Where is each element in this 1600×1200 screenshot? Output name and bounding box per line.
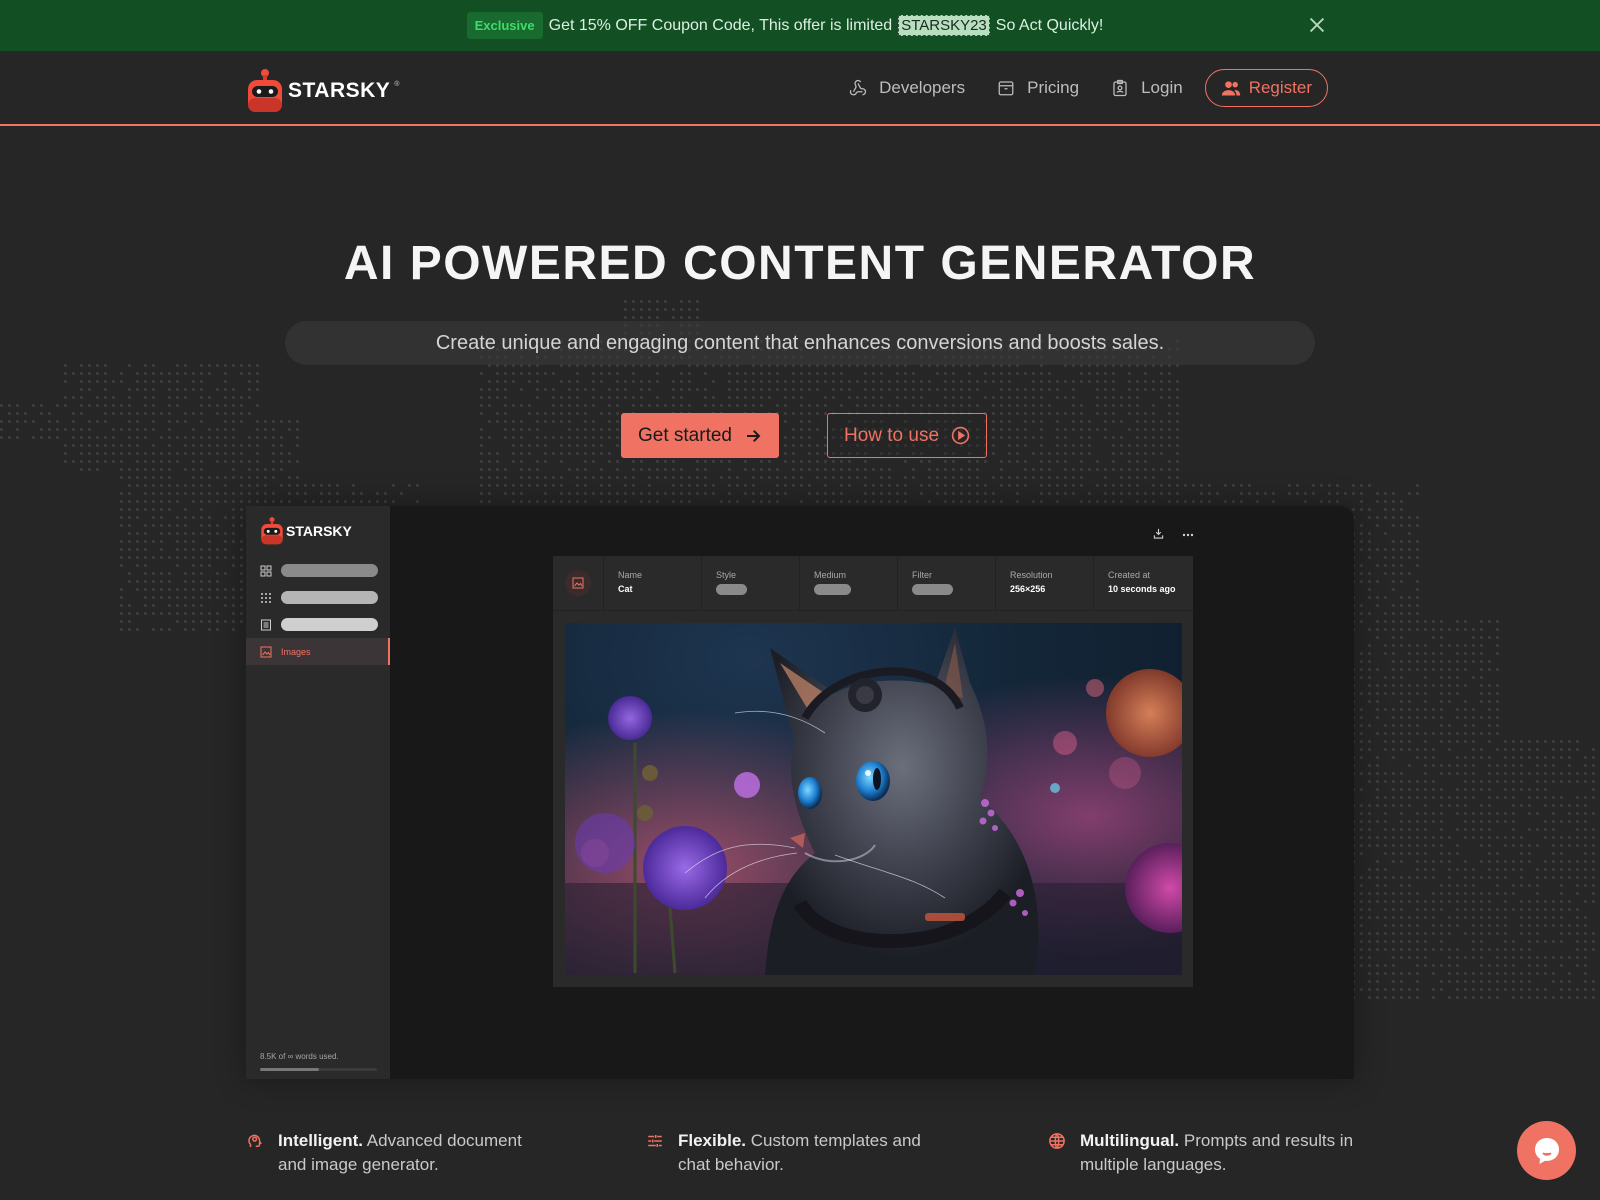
get-started-label: Get started [638,424,732,446]
meta-label: Medium [814,570,847,580]
main-nav: Developers Pricing Login Register [817,69,1328,107]
users-icon [1221,81,1240,96]
nav-label: Developers [879,78,966,97]
word-usage-bar [260,1068,377,1071]
meta-value: 10 seconds ago [1108,584,1176,594]
promo-text-end: So Act Quickly! [995,16,1104,34]
apps-icon [261,592,271,603]
register-button[interactable]: Register [1204,69,1328,107]
feature-intelligent: Intelligent. Advanced document and image… [246,1129,548,1177]
registered-mark: ® [394,80,400,88]
meta-label: Created at [1108,570,1151,580]
robot-logo-icon [248,69,282,112]
meta-created-at: Created at 10 seconds ago [1094,556,1192,610]
coupon-code[interactable]: STARSKY23 [898,15,990,36]
preview-logo: STARSKY [260,516,352,546]
brand-name: STARSKY [288,79,391,102]
page-subtitle: Create unique and engaging content that … [435,331,1165,354]
sliders-icon [648,1135,662,1147]
placeholder-pill [716,584,747,595]
preview-main: Name Cat Style Medium Filter Resolution [390,506,1354,1079]
feature-flexible: Flexible. Custom templates and chat beha… [646,1129,948,1177]
arrow-right-icon [747,429,761,442]
meta-name: Name Cat [604,556,702,610]
document-icon [261,619,271,630]
package-icon [998,81,1014,96]
preview-sidebar-item-dashboard[interactable] [246,557,390,584]
brain-icon [248,1134,262,1147]
feature-text: Flexible. Custom templates and chat beha… [678,1129,948,1177]
meta-style: Style [702,556,800,610]
webhook-icon [849,79,867,96]
feature-multilingual: Multilingual. Prompts and results in mul… [1048,1129,1360,1177]
feature-title: Multilingual. [1080,1131,1180,1150]
placeholder-pill [912,584,953,595]
preview-sidebar-item-images[interactable]: Images [246,638,390,665]
nav-label: Login [1141,78,1183,97]
nav-label: Pricing [1027,78,1080,97]
meta-label: Style [716,570,737,580]
meta-icon-cell [553,556,604,610]
grid-icon [260,565,272,576]
nav-login[interactable]: Login [1111,78,1183,98]
promo-text: Get 15% OFF Coupon Code, This offer is l… [548,16,893,34]
meta-label: Filter [912,570,932,580]
cat-illustration [565,623,1182,975]
promo-content: Exclusive Get 15% OFF Coupon Code, This … [466,12,1104,39]
page-title: AI POWERED CONTENT GENERATOR [343,237,1257,290]
placeholder-bar [281,564,378,577]
feature-text: Multilingual. Prompts and results in mul… [1080,1129,1360,1177]
more-icon[interactable] [1182,528,1194,542]
app-preview: STARSKY Images 8.5K of ∞ words used. Nam… [246,506,1354,1079]
preview-sidebar-item-documents[interactable] [246,611,390,638]
meta-value: 256×256 [1010,584,1046,594]
subtitle-pill: Create unique and engaging content that … [285,321,1315,365]
meta-resolution: Resolution 256×256 [996,556,1094,610]
placeholder-pill [814,584,851,595]
feature-title: Intelligent. [278,1131,363,1150]
preview-sidebar-label: Images [281,646,311,657]
word-usage-fill [260,1068,319,1071]
brand-logo[interactable]: STARSKY ® [246,68,399,114]
word-usage-text: 8.5K of ∞ words used. [260,1052,339,1061]
image-metadata: Name Cat Style Medium Filter Resolution [553,556,1193,611]
image-icon [565,570,591,596]
preview-sidebar: STARSKY Images 8.5K of ∞ words used. [246,506,390,1079]
meta-filter: Filter [898,556,996,610]
meta-value: Cat [618,584,633,594]
image-icon [260,646,272,657]
meta-medium: Medium [800,556,898,610]
preview-sidebar-item-apps[interactable] [246,584,390,611]
robot-logo-icon [261,517,283,545]
placeholder-bar [281,591,378,604]
play-circle-icon [951,426,970,445]
nav-pricing[interactable]: Pricing [997,78,1079,98]
how-to-use-button[interactable]: How to use [827,413,987,458]
nav-developers[interactable]: Developers [849,78,965,98]
generated-cat-image[interactable] [565,623,1182,975]
preview-toolbar [1153,528,1194,542]
id-badge-icon [1113,79,1127,97]
promo-banner: Exclusive Get 15% OFF Coupon Code, This … [0,0,1600,51]
meta-label: Name [618,570,643,580]
chat-widget-button[interactable] [1517,1121,1576,1180]
preview-brand-name: STARSKY [286,523,352,539]
exclusive-badge: Exclusive [466,12,543,39]
site-header: STARSKY ® Developers Pricing Login Regis… [0,51,1600,126]
meta-label: Resolution [1010,570,1053,580]
feature-title: Flexible. [678,1131,747,1150]
globe-icon [1049,1133,1065,1149]
download-icon[interactable] [1153,528,1164,542]
image-card: Name Cat Style Medium Filter Resolution [553,556,1193,987]
get-started-button[interactable]: Get started [621,413,779,458]
register-label: Register [1248,78,1312,97]
feature-text: Intelligent. Advanced document and image… [278,1129,548,1177]
close-icon[interactable] [1306,14,1328,36]
how-to-use-label: How to use [843,424,940,446]
placeholder-bar [281,618,378,631]
chat-bubble-icon [1534,1137,1559,1164]
